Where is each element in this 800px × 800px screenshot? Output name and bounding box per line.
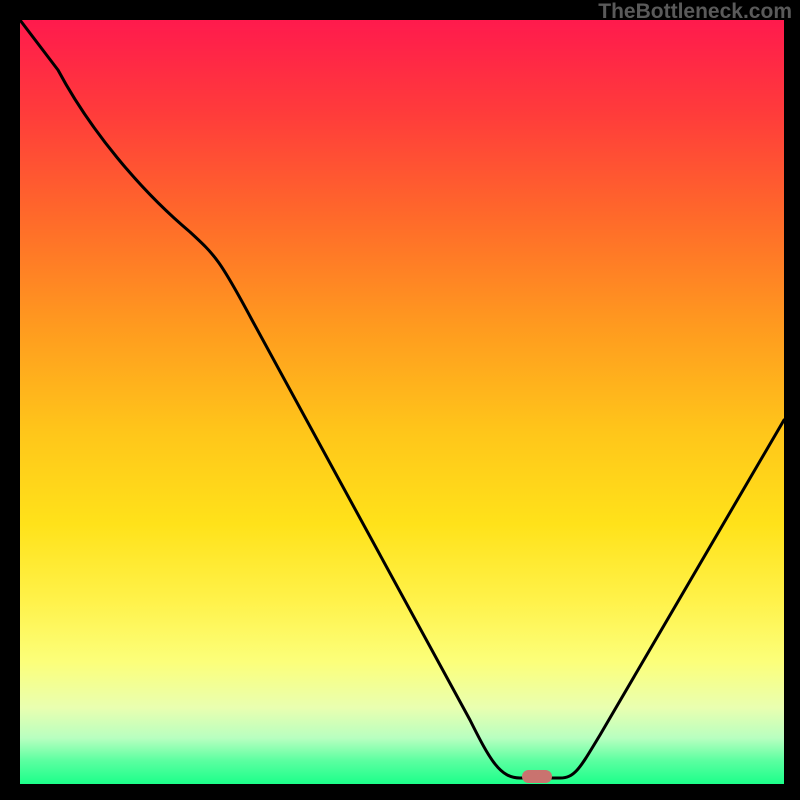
chart-frame: TheBottleneck.com [0, 0, 800, 800]
plot-area [20, 20, 784, 784]
bottleneck-curve [20, 20, 784, 784]
optimal-marker [522, 770, 552, 783]
curve-path [20, 20, 784, 778]
watermark-text: TheBottleneck.com [598, 0, 792, 24]
